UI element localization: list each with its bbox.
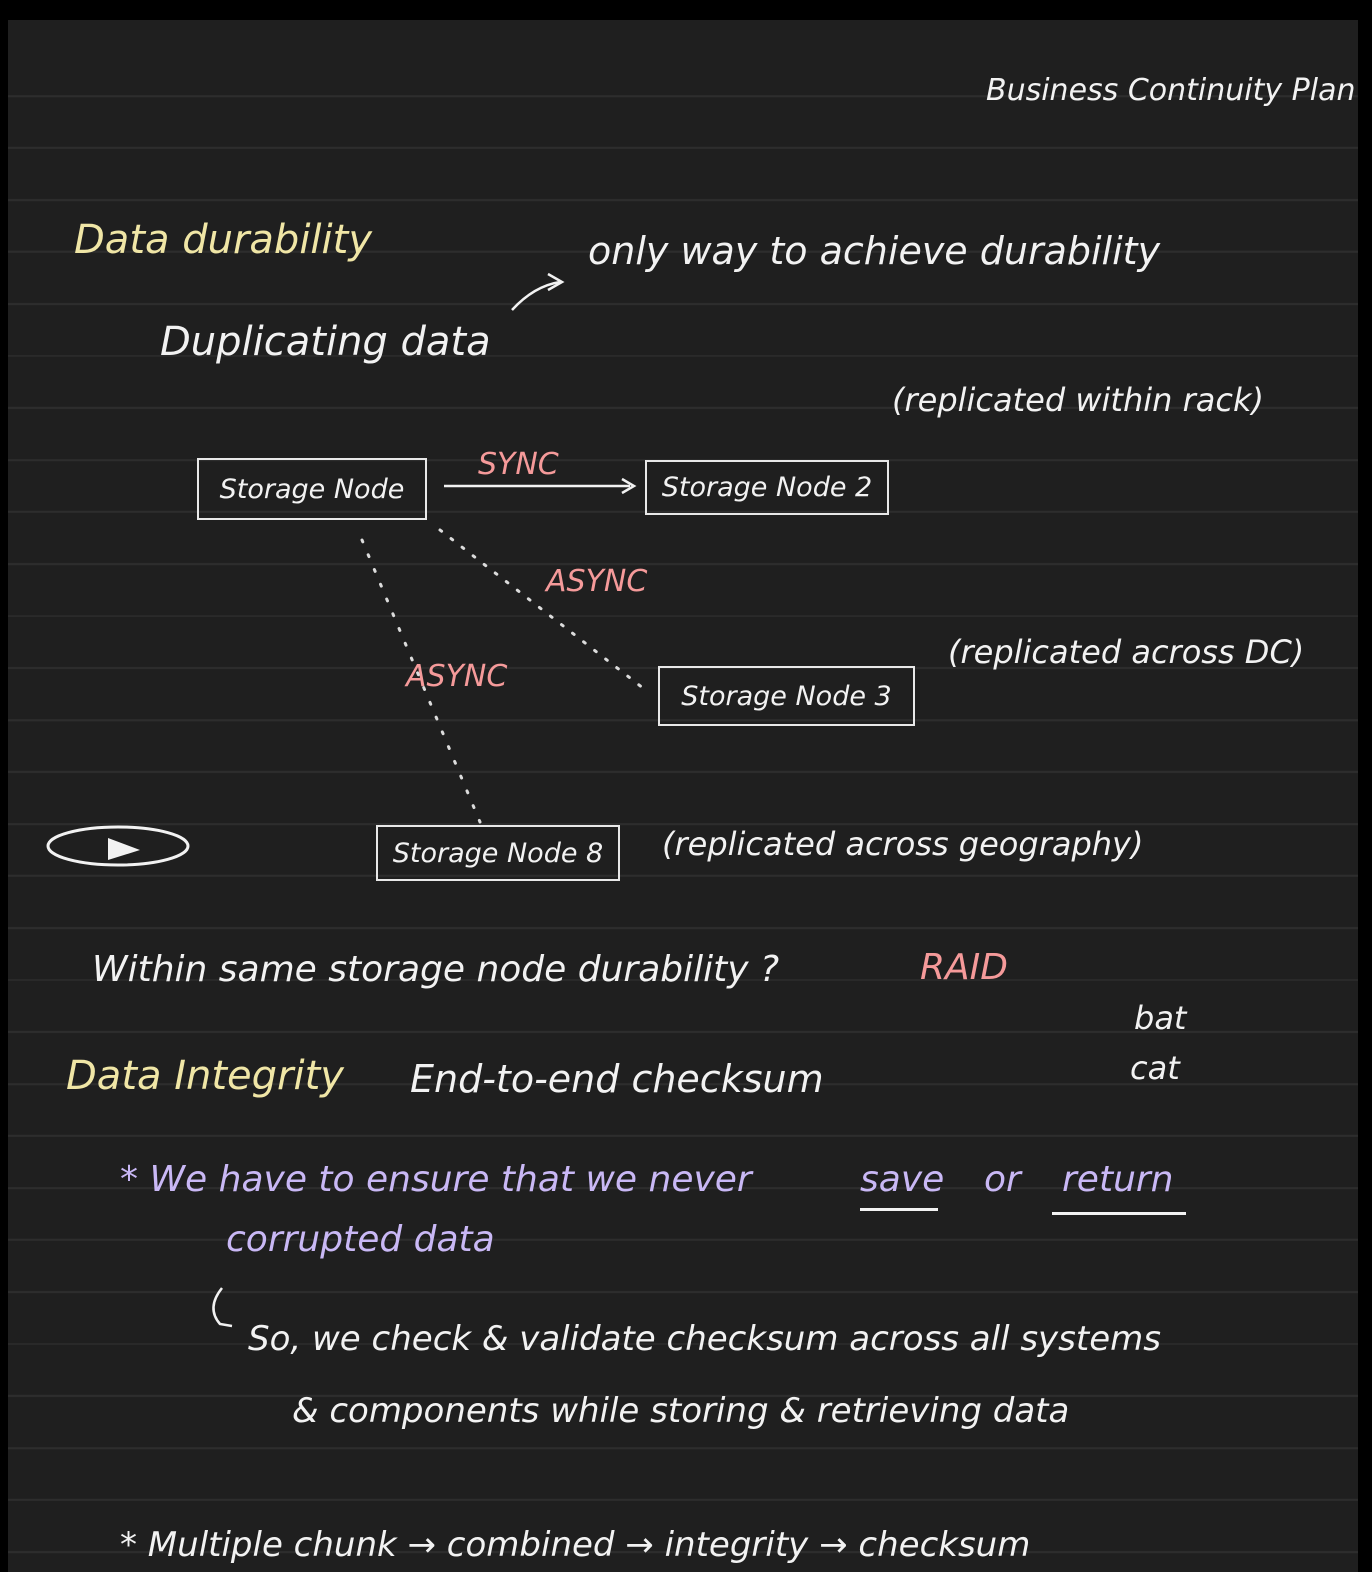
diagram-connectors bbox=[46, 272, 650, 1328]
async-connector-geo bbox=[360, 538, 482, 824]
curved-arrow-to-note bbox=[511, 272, 565, 311]
sync-arrow bbox=[444, 477, 637, 495]
async-connector-dc bbox=[438, 528, 650, 694]
curved-arrow-icon bbox=[212, 1287, 233, 1328]
notebook-page: Business Continuity Plan Data durability… bbox=[8, 20, 1358, 1572]
eye-icon bbox=[46, 825, 190, 867]
